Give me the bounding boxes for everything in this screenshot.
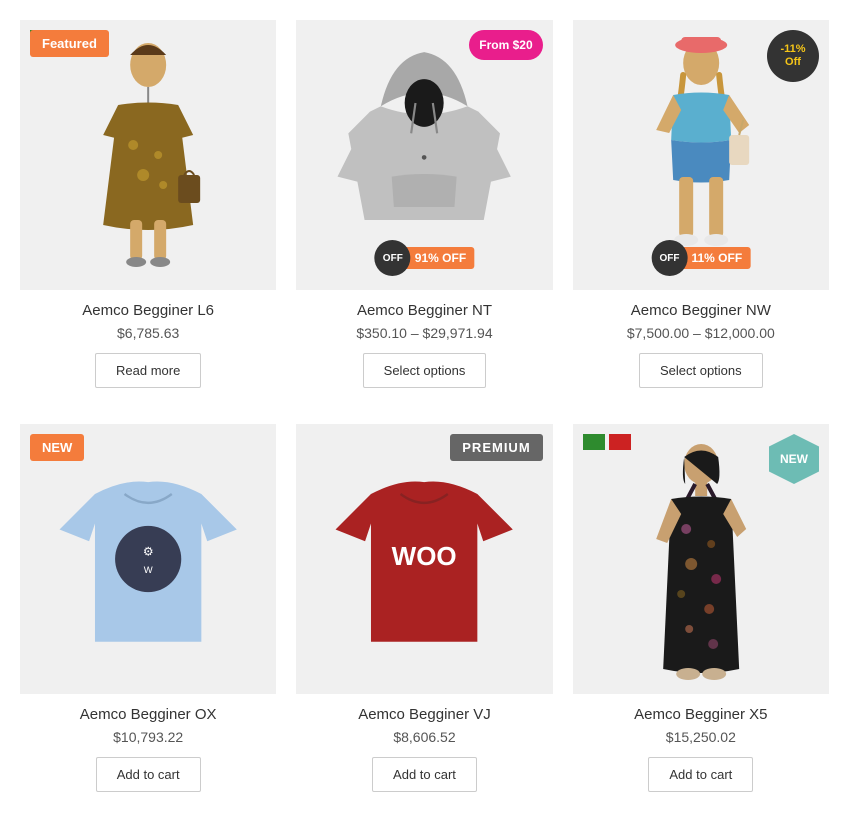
- product-image-wrap-4: NEW ⚙ W: [20, 424, 276, 694]
- svg-text:W: W: [144, 565, 153, 576]
- svg-text:●: ●: [421, 151, 428, 163]
- product-image-wrap-6: NEW: [573, 424, 829, 694]
- off-circle-3: OFF: [651, 240, 687, 276]
- product-image-5: WOO: [296, 429, 552, 689]
- product-image-wrap-5: PREMIUM WOO: [296, 424, 552, 694]
- product-card-2: From $20 ● OFF: [296, 20, 552, 404]
- discount-line1: -11%: [780, 43, 805, 56]
- flag-red-6: [609, 434, 631, 450]
- product-name-3: Aemco Begginer NW: [581, 302, 821, 319]
- product-info-5: Aemco Begginer VJ $8,606.52 Add to cart: [296, 694, 552, 798]
- product-info-2: Aemco Begginer NT $350.10 – $29,971.94 S…: [296, 290, 552, 394]
- product-info-4: Aemco Begginer OX $10,793.22 Add to cart: [20, 694, 276, 798]
- product-price-6: $15,250.02: [581, 729, 821, 745]
- badge-featured: Featured: [30, 30, 109, 57]
- svg-text:⚙: ⚙: [143, 544, 154, 558]
- product-name-2: Aemco Begginer NT: [304, 302, 544, 319]
- badge-from: From $20: [469, 30, 542, 60]
- product-info-3: Aemco Begginer NW $7,500.00 – $12,000.00…: [573, 290, 829, 394]
- add-to-cart-button-4[interactable]: Add to cart: [96, 757, 201, 792]
- badge-premium-5: PREMIUM: [450, 434, 542, 461]
- off-banner-3: OFF 11% OFF: [651, 240, 750, 276]
- product-info-6: Aemco Begginer X5 $15,250.02 Add to cart: [573, 694, 829, 798]
- product-card-6: NEW: [573, 424, 829, 808]
- product-name-1: Aemco Begginer L6: [28, 302, 268, 319]
- product-image-wrap-1: Featured: [20, 20, 276, 290]
- badge-discount-circle: -11% Off: [767, 30, 819, 82]
- product-price-2: $350.10 – $29,971.94: [304, 325, 544, 341]
- product-info-1: Aemco Begginer L6 $6,785.63 Read more: [20, 290, 276, 394]
- products-grid: Featured: [20, 20, 829, 808]
- flag-green-6: [583, 434, 605, 450]
- product-price-1: $6,785.63: [28, 325, 268, 341]
- product-flags-6: [583, 434, 631, 450]
- discount-line2: Off: [785, 56, 801, 69]
- product-name-5: Aemco Begginer VJ: [304, 706, 544, 723]
- product-image-4: ⚙ W: [20, 429, 276, 689]
- product-price-5: $8,606.52: [304, 729, 544, 745]
- svg-text:WOO: WOO: [392, 541, 457, 571]
- select-options-button-2[interactable]: Select options: [363, 353, 487, 388]
- product-card-4: NEW ⚙ W Aemco Begginer OX $10,793.22 Add…: [20, 424, 276, 808]
- product-image-wrap-3: -11% Off: [573, 20, 829, 290]
- off-label-2: 91% OFF: [407, 247, 474, 269]
- off-banner-2: OFF 91% OFF: [375, 240, 474, 276]
- product-price-3: $7,500.00 – $12,000.00: [581, 325, 821, 341]
- select-options-button-3[interactable]: Select options: [639, 353, 763, 388]
- off-circle-2: OFF: [375, 240, 411, 276]
- product-image-wrap-2: From $20 ● OFF: [296, 20, 552, 290]
- product-name-6: Aemco Begginer X5: [581, 706, 821, 723]
- add-to-cart-button-5[interactable]: Add to cart: [372, 757, 477, 792]
- product-card-5: PREMIUM WOO Aemco Begginer VJ $8,606.52 …: [296, 424, 552, 808]
- read-more-button-1[interactable]: Read more: [95, 353, 201, 388]
- add-to-cart-button-6[interactable]: Add to cart: [648, 757, 753, 792]
- product-name-4: Aemco Begginer OX: [28, 706, 268, 723]
- product-image-1: [20, 25, 276, 285]
- badge-new-orange-4: NEW: [30, 434, 84, 461]
- product-price-4: $10,793.22: [28, 729, 268, 745]
- off-label-3: 11% OFF: [683, 247, 750, 269]
- product-card-1: Featured: [20, 20, 276, 404]
- product-card-3: -11% Off: [573, 20, 829, 404]
